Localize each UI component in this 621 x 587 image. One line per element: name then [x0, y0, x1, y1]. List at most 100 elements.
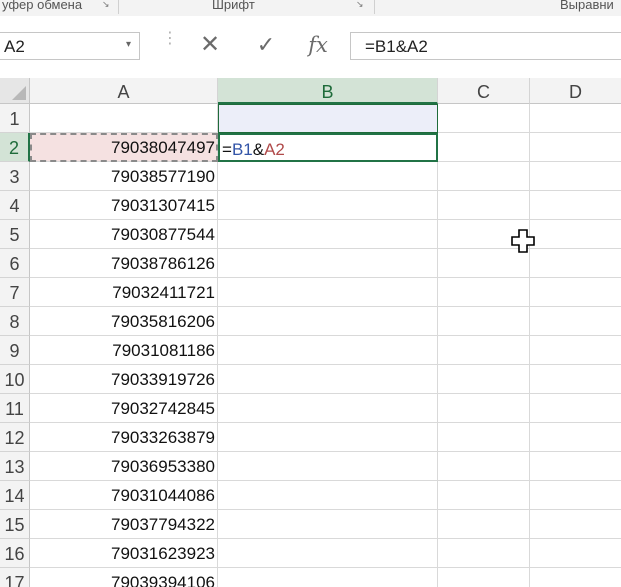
- cell-b4[interactable]: [218, 191, 438, 220]
- cell-c1[interactable]: [438, 104, 530, 133]
- row-header[interactable]: 15: [0, 510, 30, 539]
- cell-c15[interactable]: [438, 510, 530, 539]
- cell-a8[interactable]: 79035816206: [30, 307, 218, 336]
- cell-d12[interactable]: [530, 423, 621, 452]
- cell-a15[interactable]: 79037794322: [30, 510, 218, 539]
- row-header[interactable]: 1: [0, 104, 30, 133]
- select-all-button[interactable]: [0, 78, 30, 104]
- cell-a16[interactable]: 79031623923: [30, 539, 218, 568]
- row-header[interactable]: 5: [0, 220, 30, 249]
- cell-d2[interactable]: [530, 133, 621, 162]
- row-header[interactable]: 17: [0, 568, 30, 587]
- cell-c13[interactable]: [438, 452, 530, 481]
- cell-a13[interactable]: 79036953380: [30, 452, 218, 481]
- row-header[interactable]: 11: [0, 394, 30, 423]
- cell-d10[interactable]: [530, 365, 621, 394]
- cell-c17[interactable]: [438, 568, 530, 587]
- cell-c9[interactable]: [438, 336, 530, 365]
- cell-c12[interactable]: [438, 423, 530, 452]
- cell-c7[interactable]: [438, 278, 530, 307]
- cell-d9[interactable]: [530, 336, 621, 365]
- row-header[interactable]: 7: [0, 278, 30, 307]
- column-header-a[interactable]: A: [30, 78, 218, 104]
- row-header[interactable]: 13: [0, 452, 30, 481]
- cell-c2[interactable]: [438, 133, 530, 162]
- cell-b9[interactable]: [218, 336, 438, 365]
- cell-a1[interactable]: [30, 104, 218, 133]
- cell-b6[interactable]: [218, 249, 438, 278]
- row-header[interactable]: 6: [0, 249, 30, 278]
- cell-c4[interactable]: [438, 191, 530, 220]
- cell-a2[interactable]: 79038047497: [30, 133, 218, 162]
- cell-a3[interactable]: 79038577190: [30, 162, 218, 191]
- cell-a9[interactable]: 79031081186: [30, 336, 218, 365]
- cell-d16[interactable]: [530, 539, 621, 568]
- dialog-launcher-icon[interactable]: ↘: [102, 0, 111, 9]
- row-header[interactable]: 2: [0, 133, 30, 162]
- cell-c8[interactable]: [438, 307, 530, 336]
- name-box[interactable]: A2 ▾: [0, 32, 140, 60]
- chevron-down-icon[interactable]: ▾: [126, 39, 131, 50]
- cell-d15[interactable]: [530, 510, 621, 539]
- cell-a6[interactable]: 79038786126: [30, 249, 218, 278]
- row-header[interactable]: 12: [0, 423, 30, 452]
- cell-d1[interactable]: [530, 104, 621, 133]
- cell-d11[interactable]: [530, 394, 621, 423]
- ribbon-divider: [118, 0, 119, 14]
- cell-c10[interactable]: [438, 365, 530, 394]
- cell-d7[interactable]: [530, 278, 621, 307]
- cell-d13[interactable]: [530, 452, 621, 481]
- column-header-b[interactable]: B: [218, 78, 438, 104]
- drag-handle-icon[interactable]: ⋮: [162, 31, 178, 47]
- cell-c16[interactable]: [438, 539, 530, 568]
- cell-b13[interactable]: [218, 452, 438, 481]
- cell-b3[interactable]: [218, 162, 438, 191]
- cell-a7[interactable]: 79032411721: [30, 278, 218, 307]
- cell-d17[interactable]: [530, 568, 621, 587]
- column-header-d[interactable]: D: [530, 78, 621, 104]
- cell-d3[interactable]: [530, 162, 621, 191]
- cell-b16[interactable]: [218, 539, 438, 568]
- cell-b10[interactable]: [218, 365, 438, 394]
- cell-a5[interactable]: 79030877544: [30, 220, 218, 249]
- function-icon[interactable]: fx: [303, 33, 333, 57]
- cell-a14[interactable]: 79031044086: [30, 481, 218, 510]
- cell-d6[interactable]: [530, 249, 621, 278]
- cell-c14[interactable]: [438, 481, 530, 510]
- cell-c3[interactable]: [438, 162, 530, 191]
- column-header-c[interactable]: C: [438, 78, 530, 104]
- row-header[interactable]: 14: [0, 481, 30, 510]
- dialog-launcher-icon[interactable]: ↘: [356, 0, 365, 9]
- cell-b7[interactable]: [218, 278, 438, 307]
- cell-a4[interactable]: 79031307415: [30, 191, 218, 220]
- row-header[interactable]: 8: [0, 307, 30, 336]
- cell-c11[interactable]: [438, 394, 530, 423]
- row-header[interactable]: 16: [0, 539, 30, 568]
- formula-input[interactable]: =B1&A2: [350, 32, 621, 60]
- cell-b5[interactable]: [218, 220, 438, 249]
- row-header[interactable]: 4: [0, 191, 30, 220]
- cell-c6[interactable]: [438, 249, 530, 278]
- cell-b1[interactable]: [218, 104, 438, 133]
- cell-a11[interactable]: 79032742845: [30, 394, 218, 423]
- cell-b11[interactable]: [218, 394, 438, 423]
- cell-d8[interactable]: [530, 307, 621, 336]
- cell-d5[interactable]: [530, 220, 621, 249]
- cell-b15[interactable]: [218, 510, 438, 539]
- cell-select-cursor-icon: [511, 229, 535, 253]
- cell-b17[interactable]: [218, 568, 438, 587]
- cell-b8[interactable]: [218, 307, 438, 336]
- cell-a10[interactable]: 79033919726: [30, 365, 218, 394]
- row-header[interactable]: 9: [0, 336, 30, 365]
- row-header[interactable]: 10: [0, 365, 30, 394]
- check-icon[interactable]: ✓: [251, 33, 281, 57]
- close-icon[interactable]: ✕: [195, 33, 225, 57]
- cell-a12[interactable]: 79033263879: [30, 423, 218, 452]
- row-header[interactable]: 3: [0, 162, 30, 191]
- cell-d4[interactable]: [530, 191, 621, 220]
- cell-b14[interactable]: [218, 481, 438, 510]
- cell-d14[interactable]: [530, 481, 621, 510]
- cell-b2[interactable]: =B1&A2: [218, 133, 438, 162]
- cell-b12[interactable]: [218, 423, 438, 452]
- cell-a17[interactable]: 79039394106: [30, 568, 218, 587]
